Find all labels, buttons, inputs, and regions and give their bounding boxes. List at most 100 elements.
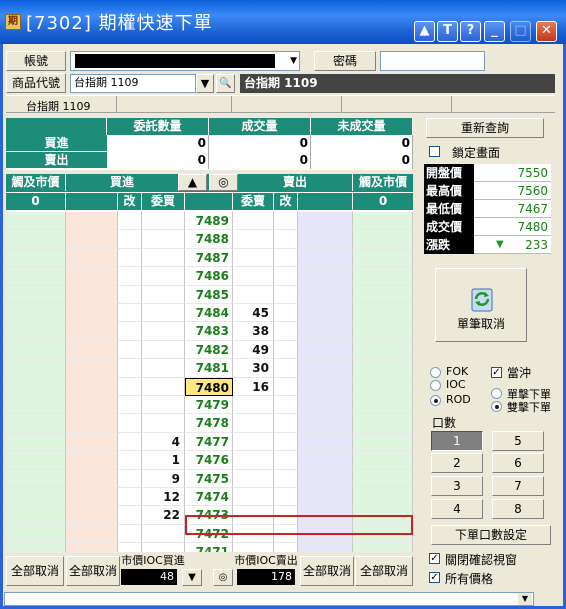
touch-market-cell[interactable] xyxy=(6,340,66,360)
qty-button-3[interactable]: 3 xyxy=(431,476,483,496)
change-cell[interactable] xyxy=(118,377,142,396)
buy-order-cell[interactable] xyxy=(66,488,118,507)
touch-market-cell[interactable] xyxy=(6,359,66,378)
single-click-radio[interactable] xyxy=(491,388,502,399)
touch-market-cell[interactable] xyxy=(353,285,413,304)
market-ioc-buy-qty[interactable]: 48 xyxy=(121,569,177,585)
qty-button-5[interactable]: 5 xyxy=(492,431,544,451)
bid-qty-cell[interactable] xyxy=(142,267,185,286)
buy-order-cell[interactable] xyxy=(66,451,118,470)
ask-qty-cell[interactable] xyxy=(233,432,274,452)
change-cell[interactable] xyxy=(118,267,142,286)
minimize-button[interactable]: _ xyxy=(484,21,505,42)
ask-qty-cell[interactable]: 49 xyxy=(233,340,274,360)
ask-qty-cell[interactable] xyxy=(233,267,274,286)
sell-order-cell[interactable] xyxy=(298,414,353,433)
status-dropdown-icon[interactable]: ▼ xyxy=(518,593,532,605)
cancel-all-sell-button[interactable]: 全部取消 xyxy=(300,556,354,586)
ask-qty-cell[interactable] xyxy=(233,414,274,433)
qty-button-4[interactable]: 4 xyxy=(431,499,483,519)
change-cell[interactable] xyxy=(274,377,298,396)
bid-qty-cell[interactable] xyxy=(142,524,185,544)
change-cell[interactable] xyxy=(118,469,142,488)
change-cell[interactable] xyxy=(274,359,298,378)
sell-order-cell[interactable] xyxy=(298,212,353,231)
sell-order-cell[interactable] xyxy=(298,543,353,552)
change-cell[interactable] xyxy=(274,488,298,507)
bid-qty-cell[interactable] xyxy=(142,543,185,552)
change-cell[interactable] xyxy=(274,396,298,415)
buy-order-cell[interactable] xyxy=(66,359,118,378)
touch-market-cell[interactable] xyxy=(353,230,413,249)
change-cell[interactable] xyxy=(118,248,142,268)
lock-screen-checkbox[interactable] xyxy=(429,146,440,157)
close-button[interactable]: ✕ xyxy=(536,21,557,42)
touch-market-cell[interactable] xyxy=(353,377,413,396)
ask-qty-cell[interactable] xyxy=(233,488,274,507)
product-dropdown-button[interactable]: ▼ xyxy=(196,74,214,93)
touch-market-cell[interactable] xyxy=(6,322,66,341)
up-arrow-button[interactable]: ▲ xyxy=(414,21,435,42)
ask-qty-cell[interactable] xyxy=(233,212,274,231)
touch-market-cell[interactable] xyxy=(6,543,66,552)
ask-qty-cell[interactable] xyxy=(233,451,274,470)
t-button[interactable]: T xyxy=(437,21,458,42)
change-cell[interactable] xyxy=(118,524,142,544)
change-cell[interactable] xyxy=(118,359,142,378)
change-cell[interactable] xyxy=(274,248,298,268)
change-cell[interactable] xyxy=(118,488,142,507)
bid-qty-cell[interactable] xyxy=(142,304,185,323)
sell-order-cell[interactable] xyxy=(298,285,353,304)
scroll-up-button[interactable]: ▲ xyxy=(178,174,207,191)
center-price-button[interactable]: ◎ xyxy=(209,174,238,191)
touch-market-cell[interactable] xyxy=(353,322,413,341)
cancel-single-button[interactable]: 單筆取消 xyxy=(435,268,527,342)
buy-order-cell[interactable] xyxy=(66,469,118,488)
center-price-bottom-button[interactable]: ◎ xyxy=(213,569,233,586)
sell-order-cell[interactable] xyxy=(298,248,353,268)
cancel-all-buy-button[interactable]: 全部取消 xyxy=(66,556,120,586)
bid-qty-cell[interactable]: 9 xyxy=(142,469,185,488)
bid-qty-cell[interactable] xyxy=(142,248,185,268)
touch-market-cell[interactable] xyxy=(353,543,413,552)
touch-market-cell[interactable] xyxy=(353,451,413,470)
change-cell[interactable] xyxy=(274,267,298,286)
close-confirm-checkbox[interactable]: ✓ xyxy=(429,553,440,564)
buy-order-cell[interactable] xyxy=(66,340,118,360)
touch-market-cell[interactable] xyxy=(6,469,66,488)
ask-qty-cell[interactable] xyxy=(233,396,274,415)
qty-button-2[interactable]: 2 xyxy=(431,453,483,473)
bid-qty-cell[interactable]: 22 xyxy=(142,506,185,525)
double-click-radio[interactable] xyxy=(491,401,502,412)
help-button[interactable]: ? xyxy=(460,21,481,42)
change-cell[interactable] xyxy=(274,451,298,470)
change-cell[interactable] xyxy=(274,304,298,323)
change-cell[interactable] xyxy=(118,340,142,360)
sell-order-cell[interactable] xyxy=(298,304,353,323)
bid-qty-cell[interactable] xyxy=(142,230,185,249)
cancel-all-buy-touch-button[interactable]: 全部取消 xyxy=(6,556,64,586)
bid-qty-cell[interactable]: 4 xyxy=(142,432,185,452)
change-cell[interactable] xyxy=(118,285,142,304)
ask-qty-cell[interactable] xyxy=(233,230,274,249)
touch-market-cell[interactable] xyxy=(6,304,66,323)
market-ioc-sell-panel[interactable]: 市價IOC賣出 178 xyxy=(233,554,299,586)
bid-qty-cell[interactable] xyxy=(142,340,185,360)
sell-order-cell[interactable] xyxy=(298,396,353,415)
change-cell[interactable] xyxy=(274,543,298,552)
ask-qty-cell[interactable]: 30 xyxy=(233,359,274,378)
sell-order-cell[interactable] xyxy=(298,267,353,286)
qty-button-6[interactable]: 6 xyxy=(492,453,544,473)
sell-order-cell[interactable] xyxy=(298,340,353,360)
change-cell[interactable] xyxy=(118,506,142,525)
search-icon[interactable]: 🔍 xyxy=(216,74,235,93)
buy-order-cell[interactable] xyxy=(66,432,118,452)
qty-button-1[interactable]: 1 xyxy=(431,431,483,451)
touch-market-cell[interactable] xyxy=(6,248,66,268)
bid-qty-cell[interactable]: 12 xyxy=(142,488,185,507)
change-cell[interactable] xyxy=(118,432,142,452)
buy-order-cell[interactable] xyxy=(66,285,118,304)
touch-market-cell[interactable] xyxy=(6,432,66,452)
scroll-down-button[interactable]: ▼ xyxy=(182,569,202,586)
touch-market-cell[interactable] xyxy=(6,230,66,249)
